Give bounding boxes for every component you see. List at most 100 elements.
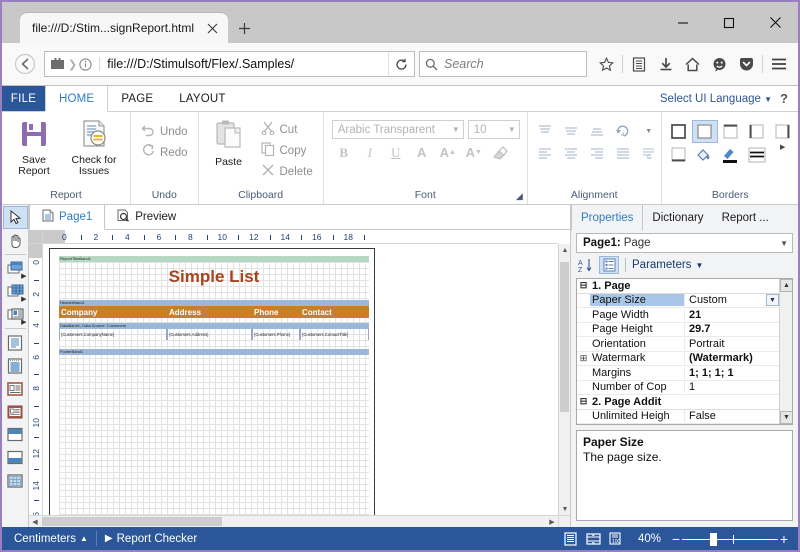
plus-icon[interactable] [228,13,260,43]
zoom-in-button[interactable]: + [778,531,790,547]
property-value[interactable]: 1 [684,381,779,394]
property-category-row[interactable]: ⊟ 1. Page [577,279,779,294]
align-right-icon[interactable] [584,142,610,164]
border-style-icon[interactable] [744,143,770,166]
align-center-icon[interactable] [558,142,584,164]
pocket-icon[interactable] [733,49,760,79]
property-row[interactable]: ⊞ Watermark (Watermark) [577,352,779,366]
border-left-icon[interactable] [744,120,770,143]
border-top-icon[interactable] [718,120,744,143]
select-ui-language-button[interactable]: Select UI Language ▼ [660,93,772,105]
tab-page[interactable]: PAGE [108,86,166,111]
property-name[interactable]: Number of Cop [590,381,684,393]
property-row[interactable]: Paper Size Custom ▼ [577,294,779,308]
header-cell-contact[interactable]: Contact [300,308,369,317]
tab-preview[interactable]: Preview [105,205,188,229]
tab-layout[interactable]: LAYOUT [166,86,238,111]
bookmark-star-icon[interactable] [593,49,620,79]
border-bottom-icon[interactable] [666,143,692,166]
align-top-icon[interactable] [532,120,558,142]
tab-page1[interactable]: Page1 [29,205,106,230]
scroll-left-icon[interactable]: ◀ [29,516,41,528]
search-input[interactable]: Search [419,51,587,77]
reload-icon[interactable] [388,52,414,76]
property-row[interactable]: Orientation Portrait [577,337,779,352]
report-canvas[interactable]: ReportTitleBand1 Simple List HeaderBand1 [43,244,558,515]
hamburger-menu-icon[interactable] [765,49,792,79]
page-identity-icons[interactable]: ❯ [45,57,96,71]
font-dialog-launcher-icon[interactable]: ◢ [516,191,523,202]
image-left-icon[interactable] [3,377,28,400]
tab-report[interactable]: Report ... [713,205,778,230]
browser-tab[interactable]: file:///D:/Stim...signReport.html [20,13,229,43]
report-page[interactable]: ReportTitleBand1 Simple List HeaderBand1 [49,248,375,515]
expand-icon[interactable]: ⊞ [577,353,590,364]
data-cell-phone[interactable]: {Customers.Phone} [252,329,300,340]
url-text[interactable]: file:///D:/Stimulsoft/Flex/.Samples/ [99,57,388,71]
maximize-icon[interactable] [706,2,752,43]
border-right-icon[interactable] [770,120,796,143]
single-page-view-icon[interactable] [561,530,581,548]
property-value[interactable]: 1; 1; 1; 1 [684,366,779,379]
canvas-vertical-scrollbar[interactable]: ▲ ▼ [558,244,570,515]
help-button[interactable]: ? [776,91,792,106]
footer-band[interactable]: FooterBand1 [59,349,369,357]
tab-dictionary[interactable]: Dictionary [643,205,712,230]
scroll-down-icon[interactable]: ▼ [559,503,571,515]
property-category-row[interactable]: ⊟ 2. Page Addit [577,395,779,410]
data-cell-company[interactable]: {Customers.CompanyName} [59,329,167,340]
bands-icon[interactable]: ▶ [3,257,28,280]
report-title-text[interactable]: Simple List [59,262,369,292]
sort-alphabetical-icon[interactable]: AZ [576,256,596,274]
zoom-slider[interactable]: − + [670,531,790,547]
property-value[interactable]: 29.7 [684,323,779,336]
property-row[interactable]: Unlimited Heigh False [577,410,779,424]
home-icon[interactable] [679,49,706,79]
align-middle-icon[interactable] [558,120,584,142]
rich-text-icon[interactable] [3,354,28,377]
clear-format-icon[interactable] [488,142,512,163]
property-name[interactable]: Unlimited Heigh [590,410,684,422]
property-value[interactable]: (Watermark) [684,352,779,365]
dropdown-arrow-icon[interactable]: ▶ [21,318,26,326]
align-bottom-icon[interactable] [584,120,610,142]
data-cell-contact[interactable]: {Customers.ContactTitle} [300,329,369,340]
grow-font-icon[interactable]: A ▲ [436,142,460,163]
property-name[interactable]: Watermark [590,352,684,364]
data-cell-address[interactable]: {Customers.Address} [167,329,252,340]
align-justify-icon[interactable] [610,142,636,164]
vertical-ruler[interactable]: 0246810121416 [29,244,43,515]
panel-bottom-icon[interactable] [3,446,28,469]
collapse-icon[interactable]: ⊟ [577,280,590,291]
property-name[interactable]: Page Height [590,323,684,335]
font-size-combo[interactable]: 10 ▼ [467,120,520,139]
scroll-right-icon[interactable]: ▶ [546,516,558,528]
header-cell-phone[interactable]: Phone [252,308,300,317]
paste-button[interactable]: Paste [203,115,255,168]
categorized-view-icon[interactable] [599,256,619,274]
property-value[interactable]: Portrait [684,337,779,350]
tab-home[interactable]: HOME [45,86,109,112]
units-selector[interactable]: Centimeters ▲ [6,533,96,545]
text-wrap-icon[interactable] [636,142,662,164]
data-band[interactable]: DataBand1; Data Source: Customers {Custo… [59,323,369,342]
text-component-icon[interactable] [3,331,28,354]
report-title-band[interactable]: ReportTitleBand1 Simple List [59,256,369,296]
zoom-out-button[interactable]: − [670,531,682,547]
downloads-icon[interactable] [652,49,679,79]
scroll-down-icon[interactable]: ▼ [780,411,792,424]
chevron-down-icon[interactable]: ▼ [766,294,779,307]
horizontal-scroll-thumb[interactable] [42,517,222,526]
close-icon[interactable] [752,2,798,43]
cut-button[interactable]: Cut [255,119,319,140]
text-rotation-icon[interactable]: a [610,120,636,142]
fill-color-icon[interactable] [692,143,718,166]
bold-icon[interactable]: B [332,142,356,163]
shrink-font-icon[interactable]: A ▼ [462,142,486,163]
chevron-down-icon[interactable]: ▼ [636,120,662,142]
panel-top-icon[interactable] [3,423,28,446]
components-icon[interactable]: ▶ [3,303,28,326]
border-none-icon[interactable] [691,120,718,143]
property-row[interactable]: Margins 1; 1; 1; 1 [577,366,779,381]
url-bar[interactable]: ❯ file:///D:/Stimulsoft/Flex/.Samples/ [44,51,415,77]
